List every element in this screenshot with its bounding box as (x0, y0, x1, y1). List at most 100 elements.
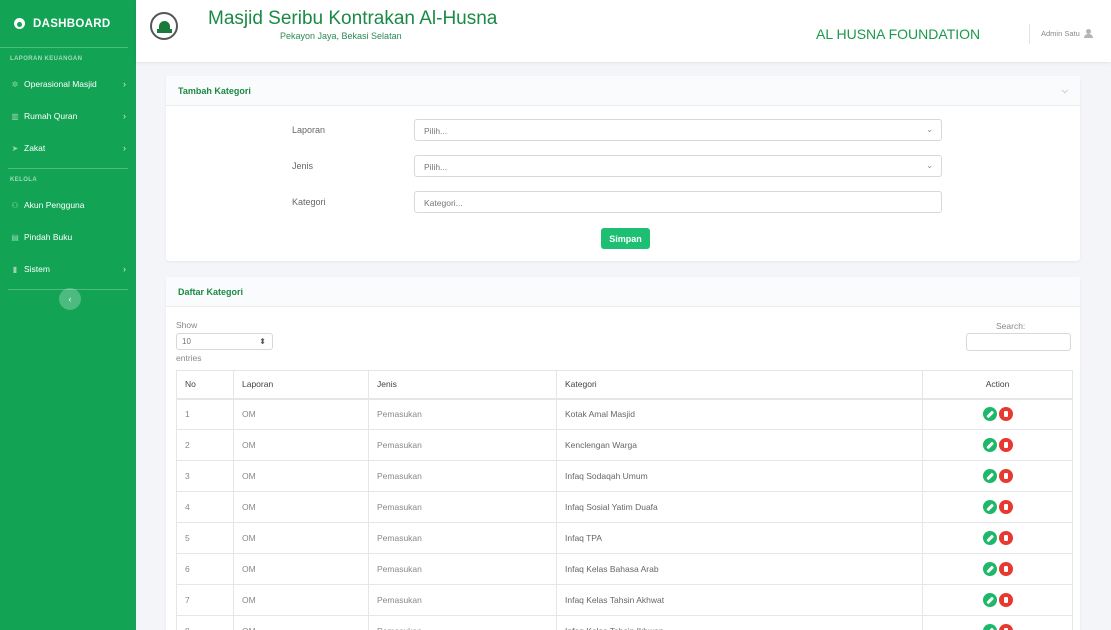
category-list-card: Daftar Kategori Show 10 ⬍ entries Search… (166, 277, 1080, 630)
cell-action (922, 460, 1073, 492)
cell-laporan: OM (233, 398, 369, 430)
page-size-select[interactable]: 10 ⬍ (176, 333, 273, 350)
search-input[interactable] (966, 333, 1071, 351)
delete-icon[interactable] (998, 531, 1013, 545)
table-row: 4 OM Pemasukan Infaq Sosial Yatim Duafa (176, 491, 1073, 523)
cell-no: 4 (176, 491, 234, 523)
sidebar-item-label: Operasional Masjid (24, 79, 97, 89)
bars-icon: ▮ (12, 264, 18, 274)
cell-no: 6 (176, 553, 234, 585)
brand-label: DASHBOARD (33, 17, 111, 30)
edit-icon[interactable] (982, 407, 997, 422)
cell-kategori: Infaq Sosial Yatim Duafa (556, 491, 923, 523)
cell-no: 7 (176, 584, 234, 616)
laporan-select[interactable]: Pilih... ⌄ (414, 119, 942, 141)
dashboard-link[interactable]: DASHBOARD (0, 0, 128, 48)
delete-icon[interactable] (998, 407, 1013, 422)
entries-label: entries (176, 353, 202, 363)
edit-icon[interactable] (982, 469, 997, 483)
sort-arrows-icon: ⬍ (259, 337, 266, 346)
form-row-jenis: Jenis Pilih... ⌄ (166, 155, 1080, 177)
category-list-header: Daftar Kategori (166, 277, 1080, 307)
cell-jenis: Pemasukan (368, 398, 557, 430)
category-table: No Laporan Jenis Kategori Action 1 OM Pe… (176, 370, 1073, 630)
users-icon: ⚇ (11, 200, 19, 210)
edit-icon[interactable] (982, 438, 997, 452)
edit-icon[interactable] (982, 500, 997, 514)
delete-icon[interactable] (998, 469, 1013, 483)
jenis-select[interactable]: Pilih... ⌄ (414, 155, 942, 177)
add-category-header[interactable]: Tambah Kategori ⌵ (166, 76, 1080, 106)
delete-icon[interactable] (998, 500, 1013, 514)
edit-icon[interactable] (982, 593, 997, 607)
cell-kategori: Infaq Kelas Tahsin Akhwat (556, 584, 923, 616)
user-avatar-icon (1083, 29, 1093, 38)
card-title: Tambah Kategori (178, 85, 251, 96)
sidebar-item-label: Pindah Buku (24, 232, 73, 242)
cell-no: 1 (176, 398, 234, 430)
sidebar-item-zakat[interactable]: ➤ Zakat › (0, 132, 136, 164)
user-name: Admin Satu (1041, 29, 1080, 38)
table-row: 3 OM Pemasukan Infaq Sodaqah Umum (176, 460, 1073, 492)
cell-action (922, 491, 1073, 523)
add-category-card: Tambah Kategori ⌵ Laporan Pilih... ⌄ Jen… (166, 76, 1080, 261)
delete-icon[interactable] (998, 624, 1013, 630)
section-kelola: KELOLA (10, 177, 38, 183)
cell-laporan: OM (233, 429, 369, 461)
sidebar-toggle-button[interactable]: ‹ (59, 288, 81, 310)
col-action: Action (922, 370, 1073, 400)
sidebar-item-rumah-quran[interactable]: ▥ Rumah Quran › (0, 100, 136, 132)
cell-laporan: OM (233, 584, 369, 616)
cell-jenis: Pemasukan (368, 460, 557, 492)
cell-action (922, 553, 1073, 585)
sidebar-item-operasional-masjid[interactable]: ✲ Operasional Masjid › (0, 68, 136, 100)
mosque-logo (150, 12, 178, 40)
sidebar-item-pindah-buku[interactable]: ▤ Pindah Buku (0, 221, 136, 253)
table-row: 1 OM Pemasukan Kotak Amal Masjid (176, 398, 1073, 430)
user-menu[interactable]: Admin Satu (1041, 29, 1093, 38)
sidebar-item-label: Rumah Quran (24, 111, 78, 121)
site-subtitle: Pekayon Jaya, Bekasi Selatan (280, 31, 402, 41)
chevron-right-icon: › (123, 111, 126, 121)
chevron-down-icon: ⌄ (926, 125, 933, 134)
table-row: 2 OM Pemasukan Kenclengan Warga (176, 429, 1073, 461)
sidebar: DASHBOARD LAPORAN KEUANGAN ✲ Operasional… (0, 0, 136, 630)
col-jenis[interactable]: Jenis (368, 370, 557, 400)
sidebar-item-label: Sistem (24, 264, 50, 274)
chevron-down-icon[interactable]: ⌵ (1062, 86, 1068, 96)
organization-name: AL HUSNA FOUNDATION (816, 26, 981, 42)
edit-icon[interactable] (982, 562, 997, 576)
sidebar-item-sistem[interactable]: ▮ Sistem › (0, 253, 136, 285)
laporan-select-value: Pilih... (424, 126, 448, 136)
kategori-label: Kategori (292, 197, 326, 207)
col-no[interactable]: No (176, 370, 234, 400)
cell-kategori: Infaq Kelas Tahsin Ikhwan (556, 615, 923, 630)
delete-icon[interactable] (998, 438, 1013, 452)
cell-no: 2 (176, 429, 234, 461)
cell-no: 8 (176, 615, 234, 630)
kategori-input[interactable]: Kategori... (414, 191, 942, 213)
col-kategori[interactable]: Kategori (556, 370, 923, 400)
page-size-value: 10 (182, 337, 191, 346)
chevron-down-icon: ⌄ (926, 161, 933, 170)
gear-icon: ✲ (11, 79, 19, 89)
delete-icon[interactable] (998, 562, 1013, 576)
section-laporan-keuangan: LAPORAN KEUANGAN (10, 56, 83, 62)
search-label: Search: (996, 321, 1026, 331)
cell-jenis: Pemasukan (368, 429, 557, 461)
kategori-input-placeholder: Kategori... (424, 198, 463, 208)
cell-laporan: OM (233, 522, 369, 554)
edit-icon[interactable] (982, 624, 997, 630)
sidebar-item-akun-pengguna[interactable]: ⚇ Akun Pengguna (0, 189, 136, 221)
chart-icon: ▥ (11, 111, 19, 121)
cell-jenis: Pemasukan (368, 491, 557, 523)
jenis-select-value: Pilih... (424, 162, 448, 172)
edit-icon[interactable] (982, 531, 997, 545)
topbar-divider (1029, 24, 1030, 44)
delete-icon[interactable] (998, 593, 1013, 607)
table-row: 5 OM Pemasukan Infaq TPA (176, 522, 1073, 554)
save-button[interactable]: Simpan (601, 228, 650, 249)
sidebar-item-label: Zakat (24, 143, 46, 153)
col-laporan[interactable]: Laporan (233, 370, 369, 400)
table-row: 8 OM Pemasukan Infaq Kelas Tahsin Ikhwan (176, 615, 1073, 630)
